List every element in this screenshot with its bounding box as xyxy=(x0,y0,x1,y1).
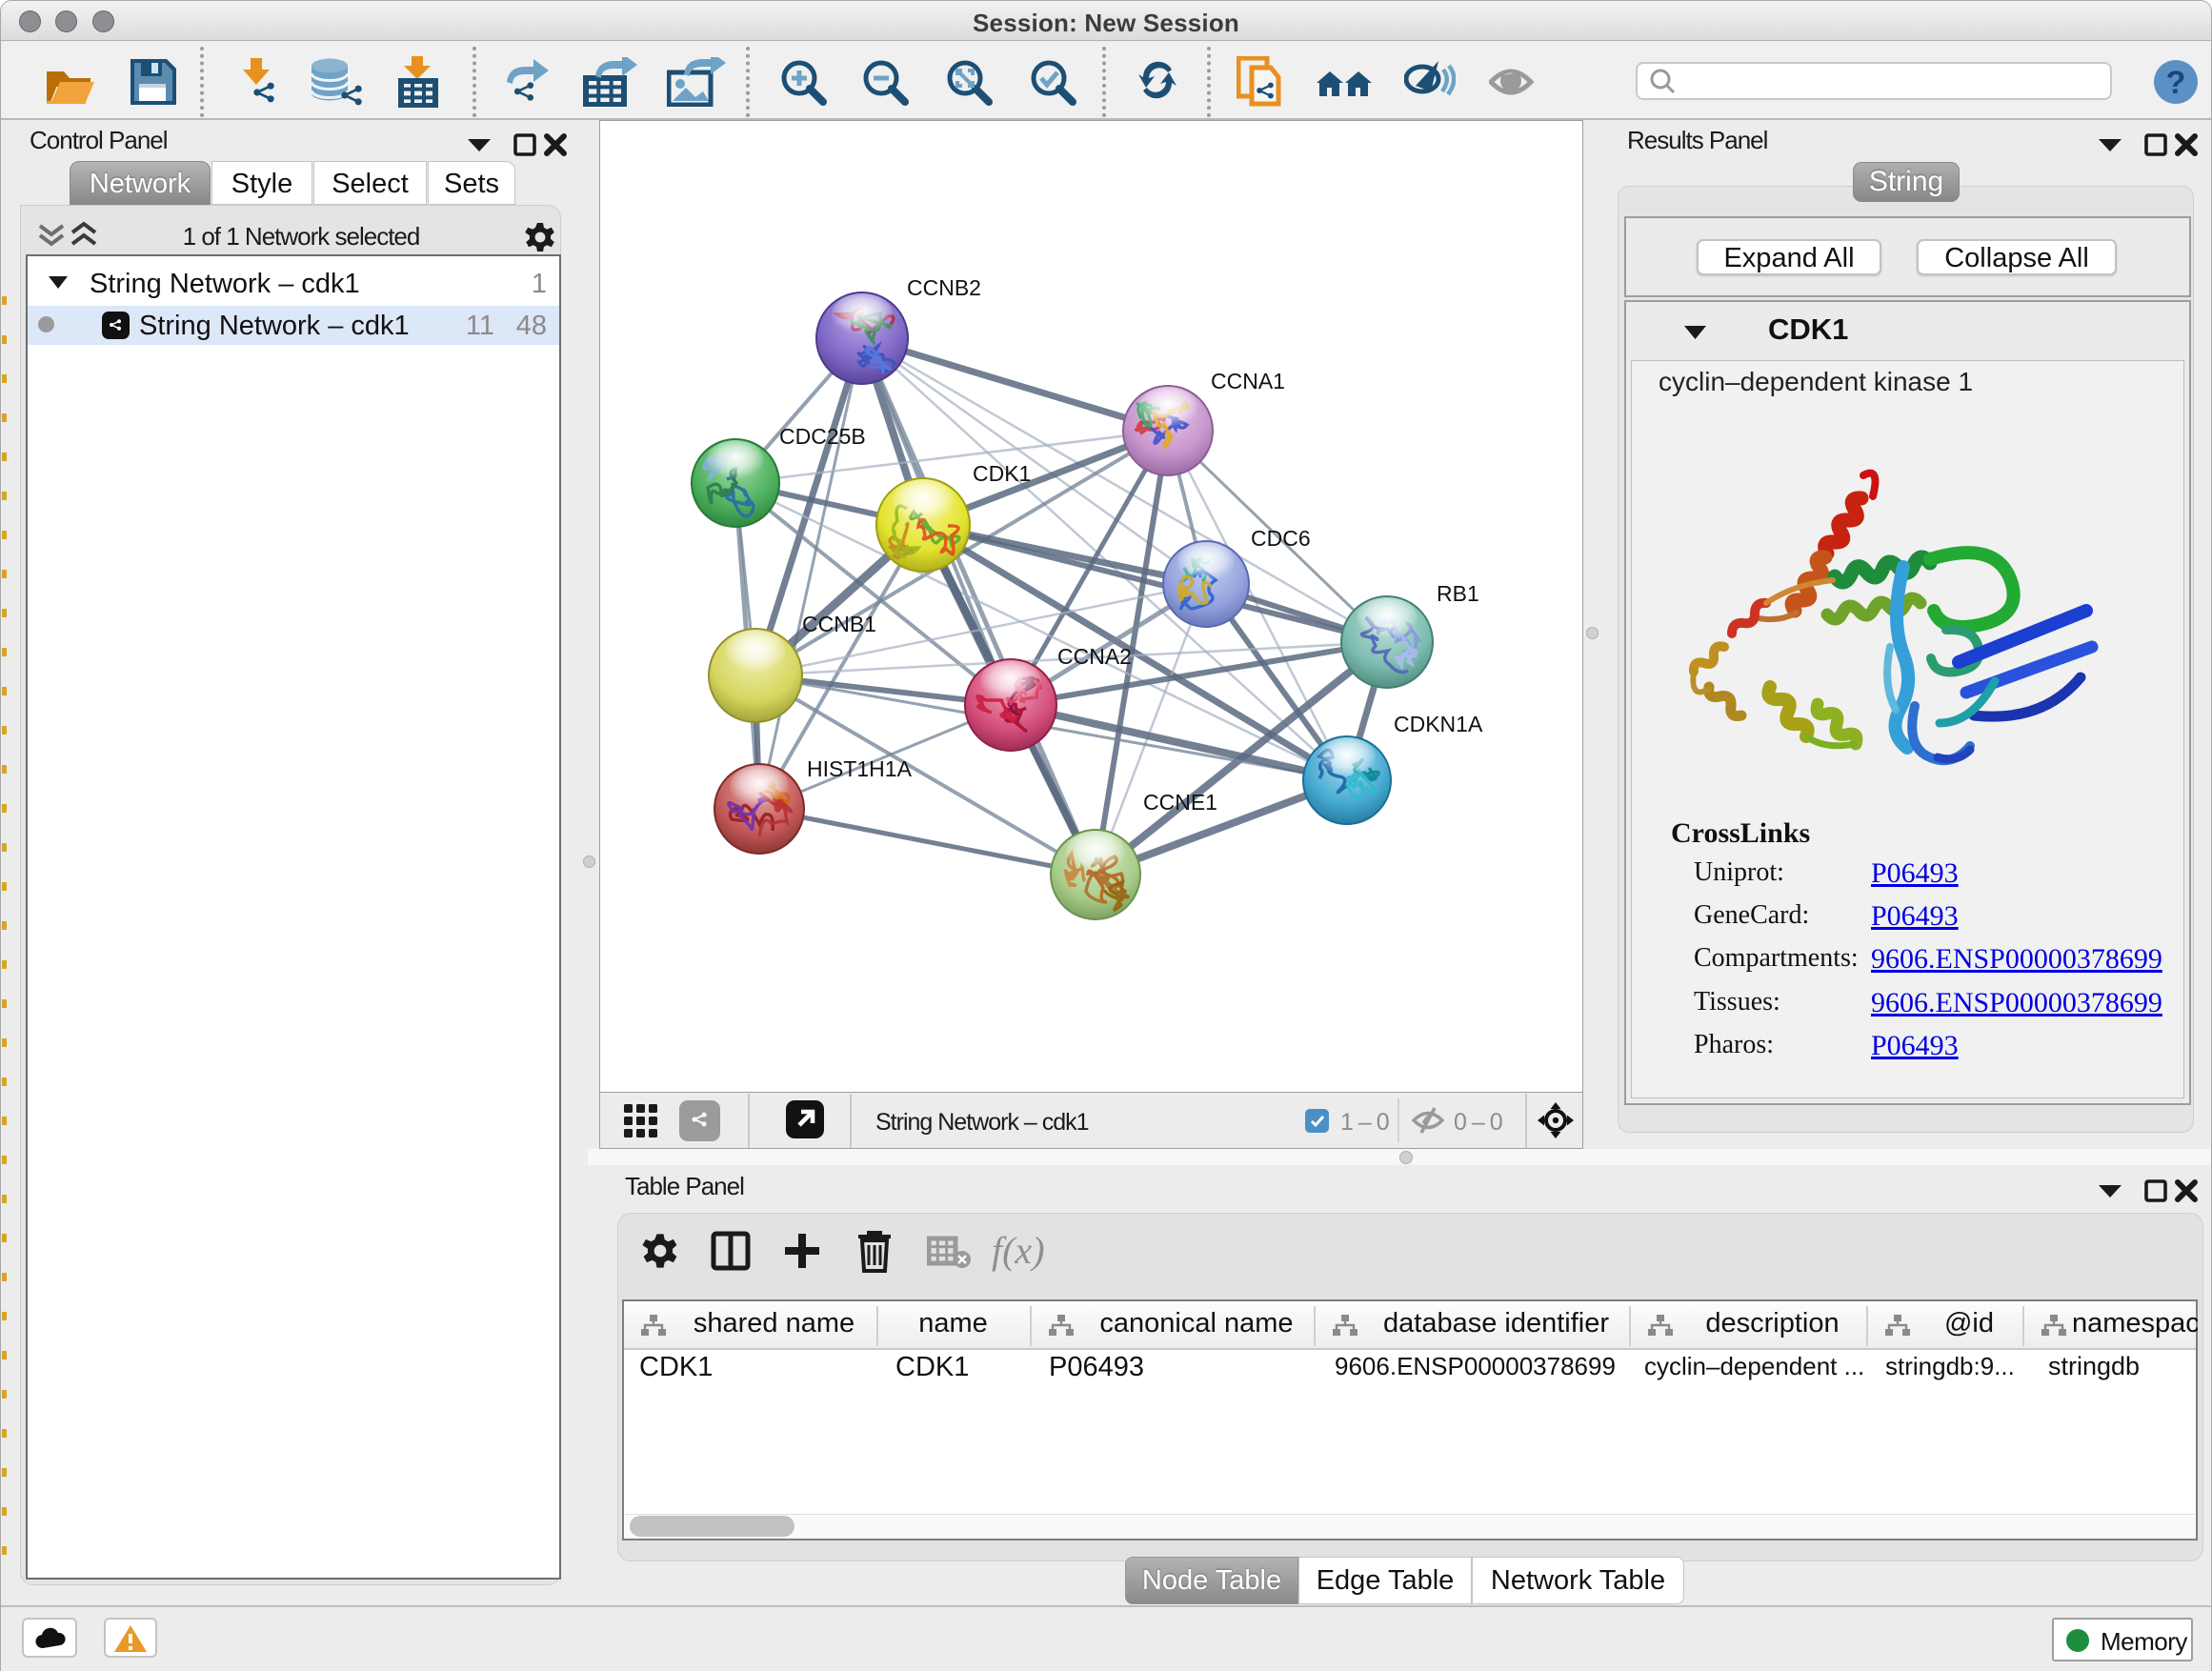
svg-text:CCNE1: CCNE1 xyxy=(1143,790,1217,815)
svg-text:CCNA2: CCNA2 xyxy=(1057,644,1132,669)
svg-text:?: ? xyxy=(2166,65,2186,101)
svg-text:CCNB2: CCNB2 xyxy=(907,275,981,300)
svg-text:CCNB1: CCNB1 xyxy=(802,612,876,636)
svg-text:RB1: RB1 xyxy=(1437,581,1479,606)
svg-text:CDK1: CDK1 xyxy=(973,461,1031,486)
svg-text:CDC25B: CDC25B xyxy=(779,424,866,449)
svg-text:CDKN1A: CDKN1A xyxy=(1394,712,1483,736)
svg-text:HIST1H1A: HIST1H1A xyxy=(807,756,913,781)
svg-text:CDC6: CDC6 xyxy=(1251,526,1311,551)
svg-text:CCNA1: CCNA1 xyxy=(1211,369,1285,393)
